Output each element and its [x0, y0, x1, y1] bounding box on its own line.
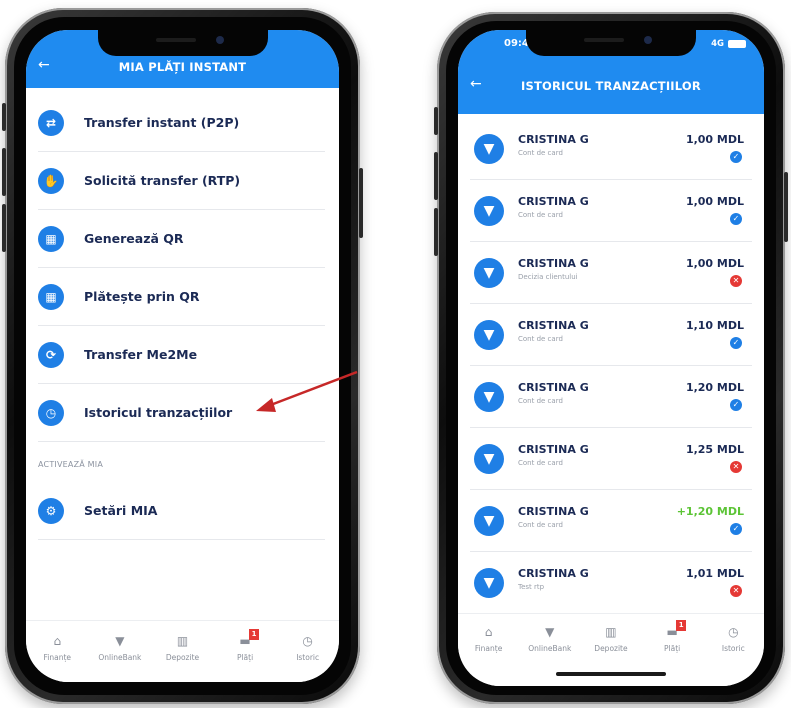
- annotation-arrow: [256, 370, 358, 412]
- screenshot-stage: ← MIA PLĂȚI INSTANT ⇄ Transfer instant (P…: [0, 0, 791, 708]
